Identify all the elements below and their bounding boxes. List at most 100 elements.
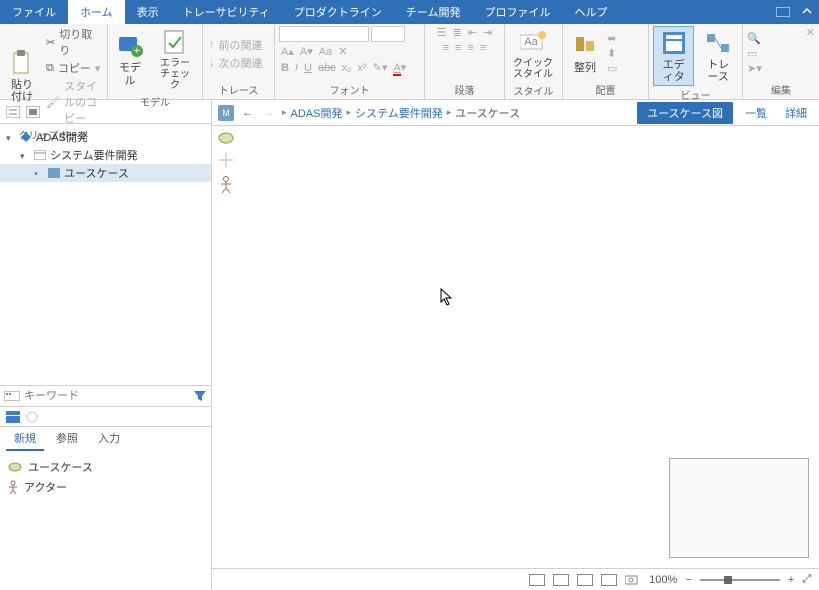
case-icon[interactable]: Aa <box>319 46 332 58</box>
ribbon-collapse-icon[interactable] <box>795 0 819 24</box>
font-family-combo[interactable] <box>279 26 369 42</box>
increase-font-icon[interactable]: A▴ <box>281 45 294 58</box>
bold-button[interactable]: B <box>281 62 289 74</box>
quick-style-button[interactable]: Aa クイック スタイル <box>509 26 557 82</box>
tree-node-child1[interactable]: システム要件開発 <box>0 146 211 164</box>
actor-icon <box>8 480 18 494</box>
subscript-button[interactable]: x₂ <box>342 62 352 74</box>
trace-view-button[interactable]: トレース <box>698 27 738 85</box>
ribbon: 貼り付け ✂ 切り取り ⧉ コピー▾ 🖌 スタイルのコピー クリップボード <box>0 24 819 100</box>
menu-tab-help[interactable]: ヘルプ <box>562 0 619 24</box>
copy-button[interactable]: ⧉ コピー▾ <box>44 60 103 76</box>
decrease-font-icon[interactable]: A▾ <box>300 45 313 58</box>
menu-tab-profile[interactable]: プロファイル <box>472 0 562 24</box>
highlight-button[interactable]: ✎▾ <box>373 61 388 74</box>
palette-usecase[interactable]: ユースケース <box>8 457 203 477</box>
menu-tab-traceability[interactable]: トレーサビリティ <box>171 0 282 24</box>
tree-node-root[interactable]: ADAS開発 <box>0 128 211 146</box>
scissors-icon: ✂ <box>46 36 55 49</box>
detail-view-link[interactable]: 詳細 <box>779 105 813 121</box>
project-tree[interactable]: ADAS開発 システム要件開発 ユースケース <box>0 124 211 385</box>
crumb-1[interactable]: システム要件開発 <box>355 105 443 121</box>
minimap[interactable] <box>669 458 809 558</box>
model-button[interactable]: + モデル <box>112 30 148 88</box>
clear-format-icon[interactable]: ✕ <box>338 45 347 58</box>
nav-back-button[interactable]: ← <box>240 107 255 119</box>
tool-actor-icon[interactable] <box>220 176 232 194</box>
panel-icon-2[interactable] <box>26 411 38 423</box>
zoom-camera-icon[interactable] <box>625 574 641 586</box>
diagram-canvas[interactable]: 100% − + ⤢ <box>212 126 819 590</box>
tool-usecase-icon[interactable] <box>218 132 234 144</box>
zoom-level: 100% <box>649 574 677 586</box>
usecase-icon <box>8 462 22 472</box>
font-size-combo[interactable] <box>371 26 405 42</box>
prev-relation-button[interactable]: ↑ 前の関連 <box>207 37 265 53</box>
strike-button[interactable]: abc <box>318 62 336 74</box>
keyboard-icon <box>4 391 20 401</box>
find-icon[interactable]: 🔍 <box>747 32 801 45</box>
model-chip-icon[interactable]: M <box>218 105 234 121</box>
outdent-icon[interactable]: ⇤ <box>468 26 477 39</box>
font-color-button[interactable]: A▾ <box>393 61 406 74</box>
align-button[interactable]: 整列 <box>567 30 603 76</box>
select-icon[interactable]: ▭ <box>747 47 801 60</box>
editor-view-button[interactable]: エディタ <box>653 26 694 86</box>
trace-icon <box>704 29 732 57</box>
bullets-icon[interactable]: ☰ <box>437 26 447 39</box>
list-view-link[interactable]: 一覧 <box>739 105 773 121</box>
pointer-icon[interactable]: ➤▾ <box>747 62 801 75</box>
justify-icon[interactable]: ≡ <box>480 42 486 54</box>
side-tab-ref[interactable]: 参照 <box>48 427 86 451</box>
zoom-out-button[interactable]: − <box>685 574 691 586</box>
search-bar <box>0 385 211 407</box>
menu-tab-file[interactable]: ファイル <box>0 0 68 24</box>
layout-icon-1[interactable] <box>529 574 545 586</box>
search-input[interactable] <box>24 390 189 402</box>
panel-icon-1[interactable] <box>6 411 20 423</box>
diagram-type-button[interactable]: ユースケース図 <box>637 102 733 124</box>
editor-icon <box>660 29 688 57</box>
numbering-icon[interactable]: ≣ <box>453 26 462 39</box>
italic-button[interactable]: I <box>295 62 298 74</box>
next-relation-button[interactable]: ↓ 次の関連 <box>207 55 265 71</box>
layout-icon-3[interactable] <box>577 574 593 586</box>
tool-cross-icon[interactable] <box>218 152 234 168</box>
side-tab-input[interactable]: 入力 <box>90 427 128 451</box>
menu-bar: ファイル ホーム 表示 トレーサビリティ プロダクトライン チーム開発 プロファ… <box>0 0 819 24</box>
menu-tab-home[interactable]: ホーム <box>68 0 125 24</box>
model-icon: + <box>116 32 144 60</box>
paste-button[interactable]: 貼り付け <box>4 47 40 105</box>
menu-tab-view[interactable]: 表示 <box>125 0 171 24</box>
menu-tab-team[interactable]: チーム開発 <box>394 0 473 24</box>
cut-button[interactable]: ✂ 切り取り <box>44 26 103 58</box>
close-icon[interactable]: ✕ <box>806 26 815 39</box>
palette-actor[interactable]: アクター <box>8 477 203 497</box>
align-icon <box>571 32 599 60</box>
filter-icon[interactable] <box>193 390 207 402</box>
panel-switch-icons <box>0 407 211 427</box>
crumb-2[interactable]: ユースケース <box>455 105 520 121</box>
error-check-button[interactable]: エラーチェック <box>152 26 198 93</box>
mouse-cursor-icon <box>440 288 454 306</box>
layout-icon-2[interactable] <box>553 574 569 586</box>
fit-icon[interactable]: ⤢ <box>802 573 811 586</box>
tree-tool-2-icon[interactable] <box>26 106 40 118</box>
underline-button[interactable]: U <box>304 62 312 74</box>
side-tab-new[interactable]: 新規 <box>6 427 44 451</box>
align-right-icon[interactable]: ≡ <box>468 42 474 54</box>
superscript-button[interactable]: x² <box>358 62 367 74</box>
tree-tool-1-icon[interactable] <box>6 106 20 118</box>
layout-icon-4[interactable] <box>601 574 617 586</box>
diagram-icon <box>48 168 60 178</box>
align-center-icon[interactable]: ≡ <box>455 42 461 54</box>
diamond-icon <box>20 131 32 143</box>
zoom-slider[interactable] <box>700 579 780 581</box>
crumb-0[interactable]: ADAS開発 <box>291 105 343 121</box>
tree-node-child2[interactable]: ユースケース <box>0 164 211 182</box>
align-left-icon[interactable]: ≡ <box>443 42 449 54</box>
zoom-in-button[interactable]: + <box>788 574 794 586</box>
window-screen-icon[interactable] <box>771 0 795 24</box>
indent-icon[interactable]: ⇥ <box>483 26 492 39</box>
menu-tab-productline[interactable]: プロダクトライン <box>282 0 394 24</box>
